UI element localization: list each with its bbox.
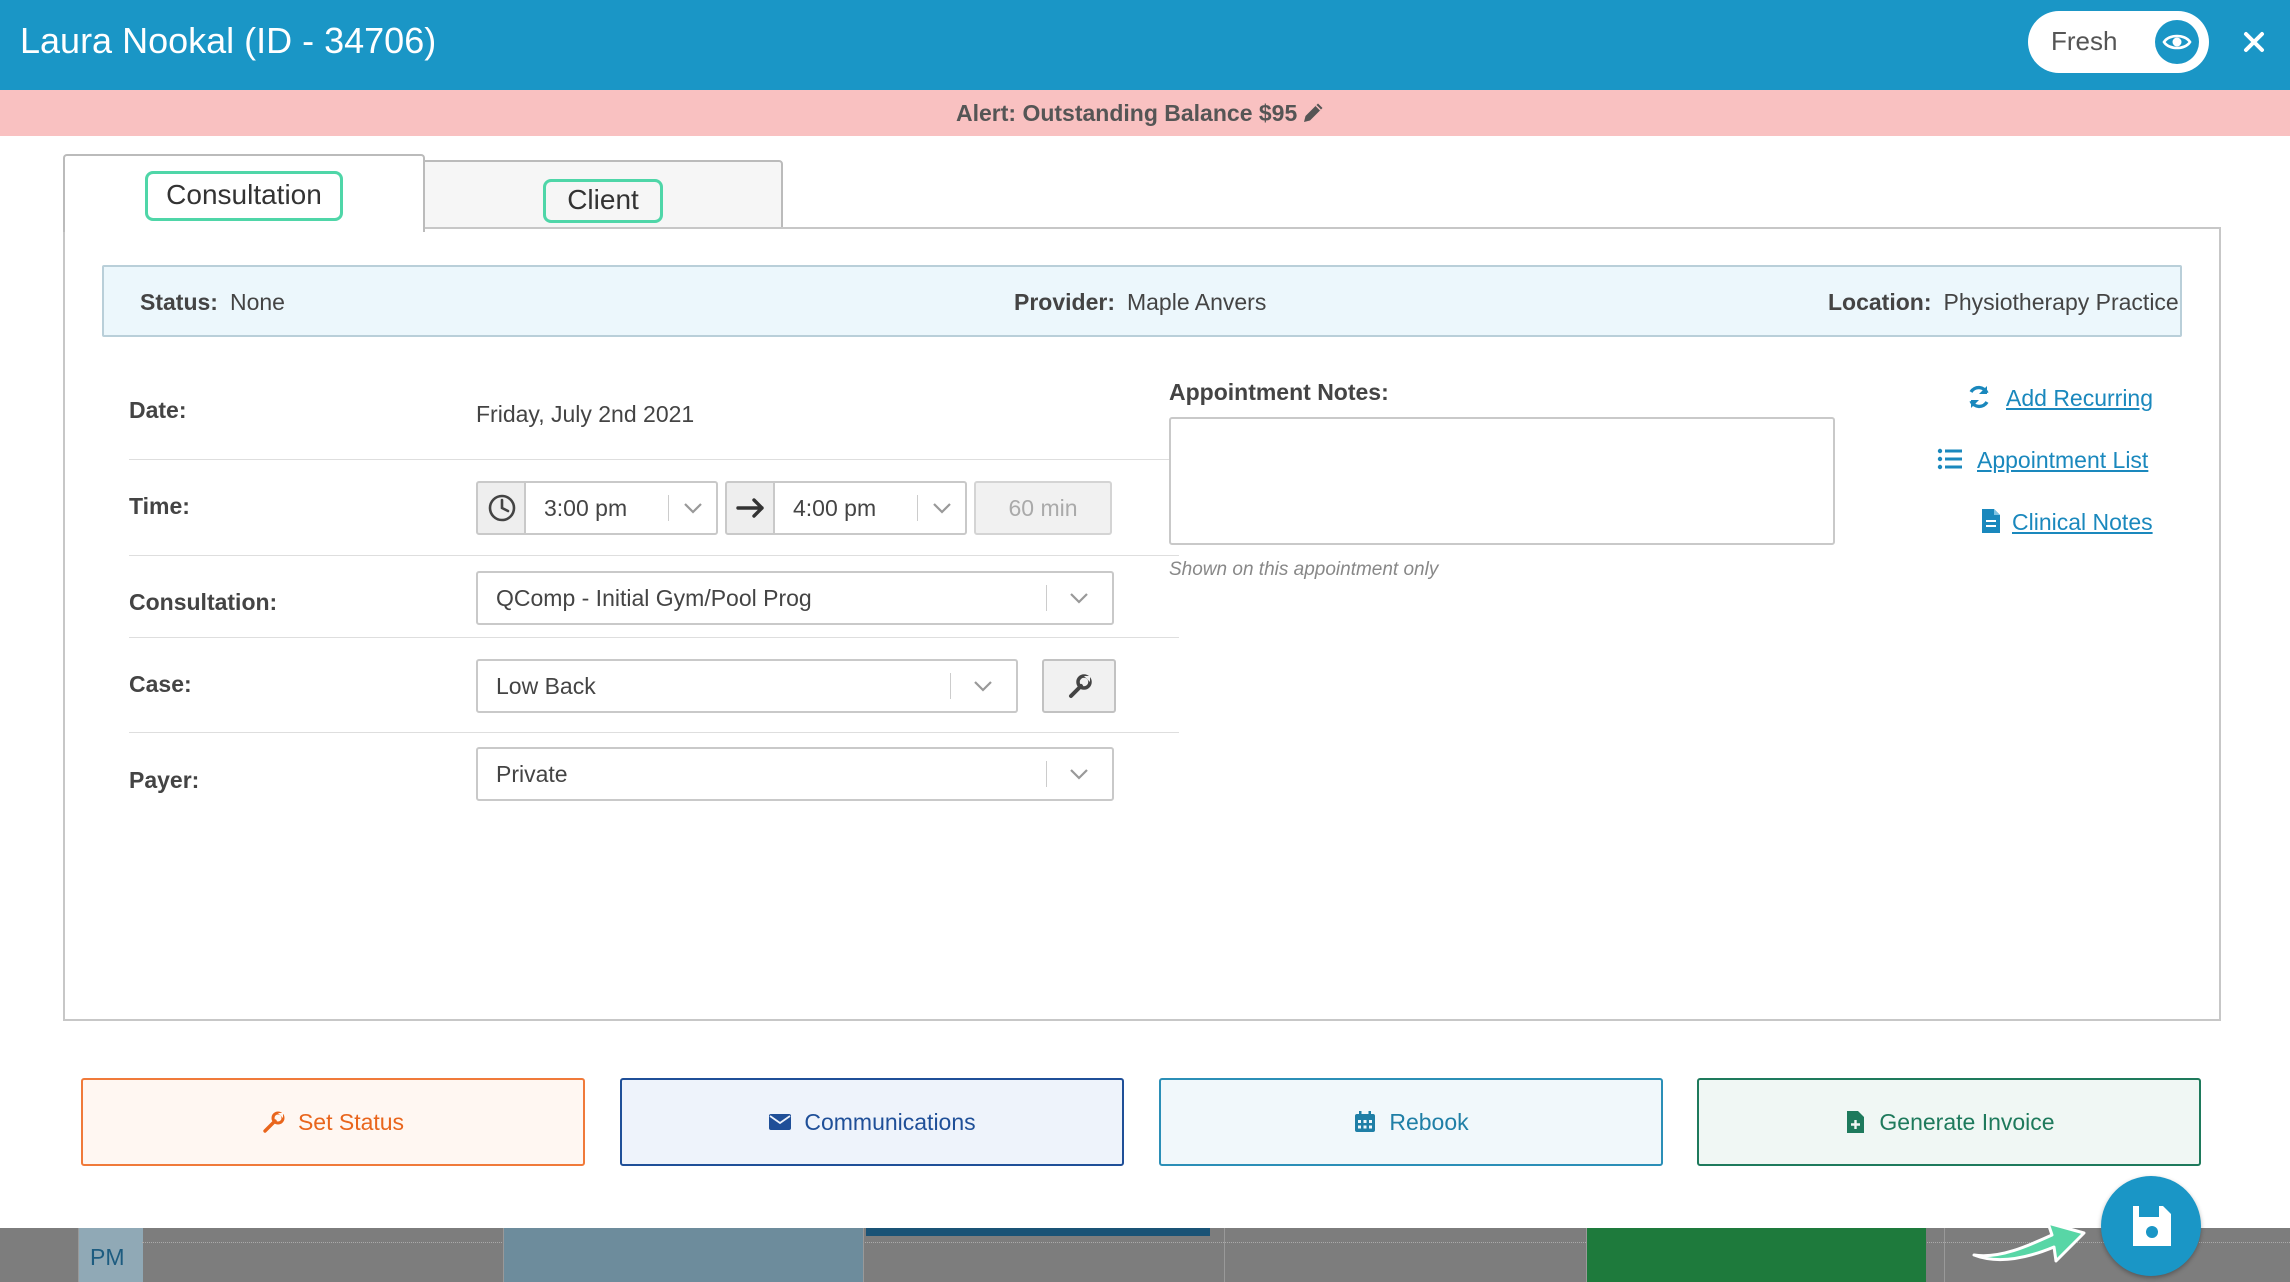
case-select[interactable]: Low Back — [476, 659, 1018, 713]
floppy-disk-icon — [2133, 1206, 2171, 1246]
chevron-down-icon — [1070, 769, 1088, 780]
calendar-column-divider — [1944, 1228, 1945, 1282]
alert-text: Alert: Outstanding Balance $95 — [956, 100, 1298, 126]
status-label: Status: — [140, 289, 218, 315]
divider — [129, 637, 1179, 638]
file-plus-icon — [1847, 1111, 1865, 1133]
select-separator — [668, 495, 669, 521]
modal-header: Laura Nookal (ID - 34706) Fresh — [0, 0, 2290, 90]
start-time-value: 3:00 pm — [544, 495, 628, 521]
calendar-appointment-block[interactable] — [503, 1228, 863, 1282]
start-time-select[interactable]: 3:00 pm — [524, 481, 718, 535]
add-recurring-link[interactable]: Add Recurring — [2006, 385, 2153, 412]
appointment-notes-hint: Shown on this appointment only — [1169, 559, 1439, 580]
eye-icon[interactable] — [2155, 20, 2199, 64]
status-info: Status: None — [140, 289, 285, 316]
tab-client-label: Client — [543, 179, 663, 223]
select-separator — [950, 673, 951, 699]
duration-field: 60 min — [974, 481, 1112, 535]
location-info: Location: Physiotherapy Practice — [1828, 289, 2179, 316]
arrow-right-icon — [725, 481, 777, 535]
clock-icon — [476, 481, 528, 535]
date-label: Date: — [129, 397, 187, 423]
set-status-button[interactable]: Set Status — [81, 1078, 585, 1166]
appointment-list-link[interactable]: Appointment List — [1977, 447, 2148, 474]
hour-label: PM — [90, 1244, 125, 1270]
rebook-button[interactable]: Rebook — [1159, 1078, 1663, 1166]
select-separator — [917, 495, 918, 521]
divider — [129, 555, 1179, 556]
select-separator — [1046, 761, 1047, 787]
tab-consultation-label: Consultation — [145, 171, 343, 221]
calendar-gridline — [142, 1242, 2290, 1243]
consultation-label: Consultation: — [129, 589, 278, 615]
appointment-info-bar: Status: None Provider: Maple Anvers Locati… — [102, 265, 2182, 337]
tab-consultation[interactable]: Consultation — [63, 154, 425, 232]
envelope-icon — [769, 1114, 792, 1130]
pencil-icon[interactable] — [1300, 100, 1326, 126]
location-label: Location: — [1828, 289, 1932, 315]
edit-case-button[interactable] — [1042, 659, 1116, 713]
document-icon[interactable] — [1977, 507, 2005, 535]
calendar-column-divider — [863, 1228, 864, 1282]
chevron-down-icon — [684, 503, 702, 514]
end-time-value: 4:00 pm — [793, 495, 877, 521]
patient-title: Laura Nookal (ID - 34706) — [20, 20, 437, 61]
calendar-icon — [1355, 1111, 1376, 1132]
consultation-panel: Status: None Provider: Maple Anvers Locati… — [63, 227, 2221, 1021]
theme-toggle[interactable]: Fresh — [2028, 11, 2209, 73]
calendar-column-divider — [503, 1228, 504, 1282]
close-icon[interactable] — [2234, 22, 2274, 62]
divider — [129, 459, 1179, 460]
location-value: Physiotherapy Practice — [1943, 289, 2179, 315]
clinical-notes-link[interactable]: Clinical Notes — [2012, 509, 2153, 536]
calendar-column-divider — [1586, 1228, 1587, 1282]
calendar-column-divider — [1224, 1228, 1225, 1282]
chevron-down-icon — [974, 681, 992, 692]
end-time-select[interactable]: 4:00 pm — [773, 481, 967, 535]
calendar-appointment-block[interactable] — [866, 1228, 1210, 1236]
chevron-down-icon — [1070, 593, 1088, 604]
pointer-arrow-icon — [1972, 1221, 2086, 1263]
appointment-notes-label: Appointment Notes: — [1169, 379, 1389, 405]
generate-invoice-button[interactable]: Generate Invoice — [1697, 1078, 2201, 1166]
communications-button[interactable]: Communications — [620, 1078, 1124, 1166]
select-separator — [1046, 585, 1047, 611]
provider-label: Provider: — [1014, 289, 1115, 315]
provider-info: Provider: Maple Anvers — [1014, 289, 1266, 316]
communications-label: Communications — [804, 1108, 976, 1135]
payer-label: Payer: — [129, 767, 200, 793]
generate-invoice-label: Generate Invoice — [1879, 1108, 2055, 1135]
consultation-value: QComp - Initial Gym/Pool Prog — [496, 585, 812, 611]
consultation-select[interactable]: QComp - Initial Gym/Pool Prog — [476, 571, 1114, 625]
provider-value: Maple Anvers — [1126, 289, 1267, 315]
date-value: Friday, July 2nd 2021 — [476, 401, 695, 427]
calendar-background: PM — [0, 1228, 2290, 1282]
set-status-label: Set Status — [297, 1108, 405, 1135]
save-button[interactable] — [2101, 1176, 2201, 1276]
payer-select[interactable]: Private — [476, 747, 1114, 801]
refresh-icon[interactable] — [1965, 383, 1993, 411]
time-label: Time: — [129, 493, 190, 519]
divider — [129, 732, 1179, 733]
tab-client[interactable]: Client — [421, 160, 783, 232]
wrench-icon — [1069, 674, 1092, 698]
appointment-notes-input[interactable] — [1169, 417, 1835, 545]
wrench-icon — [263, 1111, 285, 1133]
status-value: None — [229, 289, 285, 315]
chevron-down-icon — [933, 503, 951, 514]
rebook-label: Rebook — [1389, 1108, 1469, 1135]
calendar-appointment-block[interactable] — [1586, 1228, 1926, 1282]
alert-bar: Alert: Outstanding Balance $95 — [0, 90, 2290, 136]
case-value: Low Back — [496, 673, 596, 699]
theme-label: Fresh — [2051, 26, 2118, 56]
case-label: Case: — [129, 671, 192, 697]
payer-value: Private — [496, 761, 568, 787]
list-icon[interactable] — [1936, 445, 1964, 473]
